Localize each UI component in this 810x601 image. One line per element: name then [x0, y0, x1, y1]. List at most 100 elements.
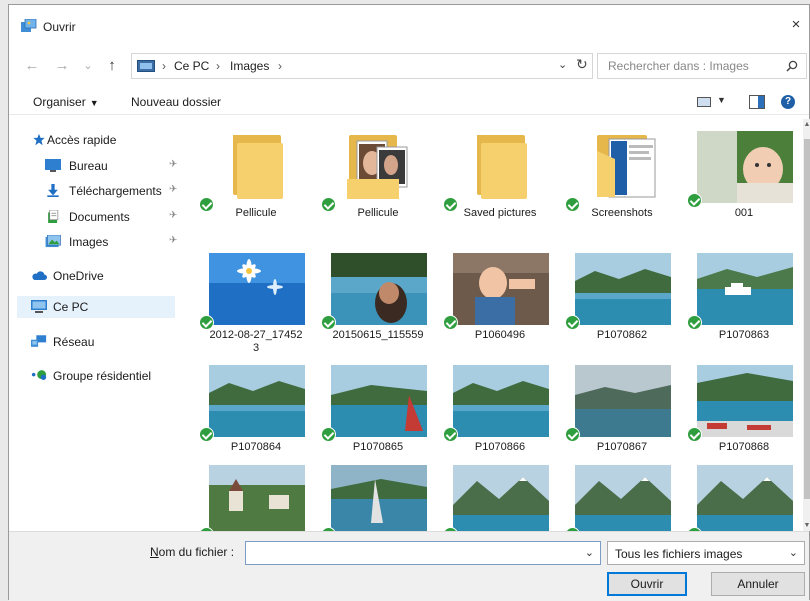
- sidebar-item-desktop[interactable]: Bureau ✈: [31, 155, 187, 177]
- image-file-item[interactable]: 001: [683, 131, 803, 249]
- image-file-item[interactable]: [561, 465, 683, 531]
- help-icon[interactable]: ?: [781, 95, 795, 109]
- search-box[interactable]: [597, 53, 807, 79]
- breadcrumb-images[interactable]: Images: [230, 59, 269, 73]
- sidebar-item-label: Ce PC: [53, 300, 89, 314]
- sync-check-icon: [565, 427, 580, 442]
- image-file-item[interactable]: [317, 465, 439, 531]
- change-view-icon[interactable]: [697, 97, 711, 107]
- preview-pane-icon[interactable]: [749, 95, 765, 109]
- title-bar: Ouvrir ×: [9, 5, 809, 43]
- filename-label-accel: N: [150, 545, 159, 559]
- sidebar-item-documents[interactable]: Documents ✈: [31, 206, 187, 228]
- sync-check-icon: [687, 315, 702, 330]
- open-button[interactable]: Ouvrir: [607, 572, 687, 596]
- scroll-down-icon[interactable]: ▼: [803, 522, 810, 529]
- recent-locations-icon[interactable]: ⌄: [79, 56, 97, 76]
- breadcrumb-ce-pc[interactable]: Ce PC: [174, 59, 209, 73]
- image-file-item[interactable]: P1070862: [561, 253, 683, 371]
- image-file-item[interactable]: 2012-08-27_17452 3: [195, 253, 317, 371]
- sidebar-item-onedrive[interactable]: OneDrive: [31, 265, 187, 287]
- forward-arrow-icon[interactable]: →: [53, 56, 71, 76]
- refresh-icon[interactable]: ↻: [576, 56, 588, 73]
- sidebar-item-label: Groupe résidentiel: [53, 369, 152, 383]
- cancel-button[interactable]: Annuler: [711, 572, 805, 596]
- pin-icon[interactable]: ✈: [169, 235, 177, 246]
- homegroup-icon: [31, 370, 47, 380]
- sync-check-icon: [321, 427, 336, 442]
- folder-item[interactable]: Saved pictures: [439, 131, 561, 249]
- sidebar-item-this-pc[interactable]: Ce PC: [17, 296, 175, 318]
- folder-icon: [453, 131, 549, 203]
- download-icon: [47, 184, 59, 197]
- folder-item[interactable]: Pellicule: [317, 131, 439, 249]
- image-file-item[interactable]: [439, 465, 561, 531]
- sync-check-icon: [687, 427, 702, 442]
- pictures-icon: [45, 235, 61, 248]
- chevron-down-icon[interactable]: ⌄: [789, 546, 798, 559]
- sidebar-item-label: Documents: [69, 210, 130, 224]
- image-thumbnail: [331, 253, 427, 325]
- folder-item[interactable]: Screenshots: [561, 131, 683, 249]
- sidebar-item-downloads[interactable]: Téléchargements ✈: [31, 180, 187, 202]
- image-file-item[interactable]: 20150615_115559: [317, 253, 439, 371]
- sidebar-item-pictures[interactable]: Images ✈: [31, 231, 187, 253]
- breadcrumb-separator: ›: [162, 59, 166, 73]
- file-type-select[interactable]: Tous les fichiers images ⌄: [607, 541, 805, 565]
- sync-check-icon: [199, 427, 214, 442]
- folder-icon: [209, 131, 305, 203]
- chevron-down-icon[interactable]: ⌄: [585, 546, 594, 559]
- scroll-up-icon[interactable]: ▲: [803, 121, 810, 128]
- organize-button[interactable]: Organiser ▼: [33, 95, 99, 109]
- computer-icon: [137, 60, 155, 72]
- vertical-scrollbar[interactable]: ▲ ▼: [803, 119, 810, 531]
- image-thumbnail: [697, 131, 793, 203]
- file-name-label: Pellicule: [357, 207, 399, 219]
- filename-combobox[interactable]: ⌄: [245, 541, 601, 565]
- filename-label: Nom du fichier :: [150, 545, 234, 559]
- address-bar[interactable]: › Ce PC › Images › ⌄ ↻: [131, 53, 593, 79]
- image-file-item[interactable]: P1060496: [439, 253, 561, 371]
- image-thumbnail: [209, 365, 305, 437]
- folder-item[interactable]: Pellicule: [195, 131, 317, 249]
- sync-check-icon: [687, 193, 702, 208]
- image-thumbnail: [209, 465, 305, 531]
- caret-down-icon: ▼: [89, 98, 99, 108]
- folder-icon: [575, 131, 671, 203]
- new-folder-button[interactable]: Nouveau dossier: [131, 95, 221, 109]
- image-file-item[interactable]: [195, 465, 317, 531]
- file-type-value: Tous les fichiers images: [615, 547, 743, 561]
- filename-field[interactable]: [250, 545, 570, 561]
- caret-down-icon[interactable]: ▼: [717, 95, 726, 105]
- search-icon[interactable]: [786, 60, 798, 72]
- file-name-label: P1070864: [230, 441, 282, 453]
- back-arrow-icon[interactable]: ←: [23, 56, 41, 76]
- image-file-item[interactable]: P1070863: [683, 253, 803, 371]
- desktop-icon: [45, 159, 61, 172]
- pin-icon[interactable]: ✈: [169, 184, 177, 195]
- chevron-down-icon[interactable]: ⌄: [558, 58, 567, 71]
- sidebar-item-label: Bureau: [69, 159, 108, 173]
- sidebar-item-label: Images: [69, 235, 109, 249]
- sidebar-item-quick-access[interactable]: Accès rapide: [31, 129, 187, 151]
- filename-label-text: om du fichier :: [158, 545, 235, 559]
- close-button[interactable]: ×: [785, 15, 807, 35]
- file-name-label: P1070862: [596, 329, 648, 341]
- image-thumbnail: [575, 253, 671, 325]
- sidebar-item-homegroup[interactable]: Groupe résidentiel: [31, 365, 187, 387]
- up-arrow-icon[interactable]: ↑: [103, 56, 121, 76]
- pin-icon[interactable]: ✈: [169, 210, 177, 221]
- command-bar: Organiser ▼ Nouveau dossier ▼ ?: [9, 89, 809, 115]
- cloud-icon: [32, 271, 47, 280]
- image-file-item[interactable]: [683, 465, 803, 531]
- file-name-label: Screenshots: [591, 207, 653, 219]
- pin-icon[interactable]: ✈: [169, 159, 177, 170]
- image-thumbnail: [209, 253, 305, 325]
- breadcrumb-separator: ›: [216, 59, 220, 73]
- network-icon: [31, 335, 47, 347]
- sidebar-item-network[interactable]: Réseau: [31, 331, 187, 353]
- search-input[interactable]: [608, 58, 778, 74]
- image-thumbnail: [575, 365, 671, 437]
- scroll-thumb[interactable]: [804, 139, 810, 499]
- file-list: Pellicule Pellicule Saved pictures Screensh…: [189, 119, 803, 531]
